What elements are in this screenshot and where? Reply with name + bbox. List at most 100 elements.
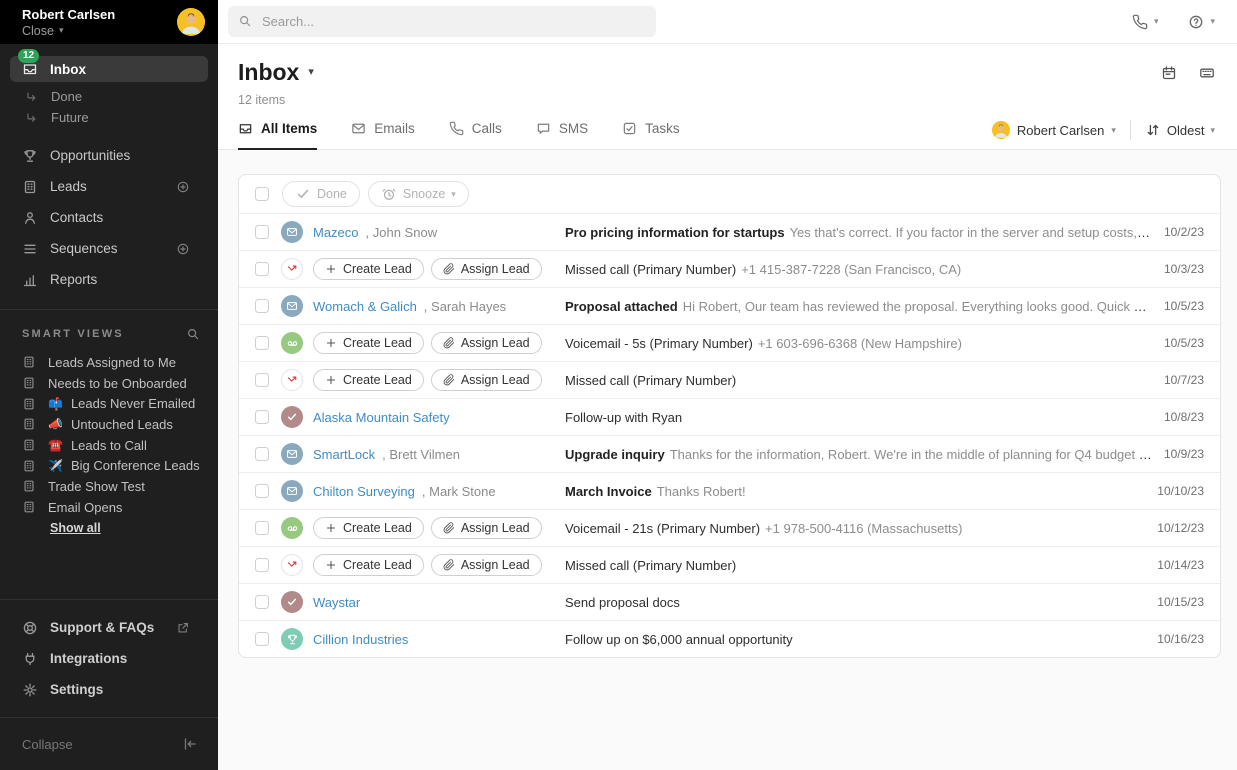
create-lead-button[interactable]: Create Lead [313, 517, 424, 539]
create-lead-label: Create Lead [343, 373, 412, 387]
smart-view-item[interactable]: ☎️ Leads to Call [0, 435, 218, 456]
row-summary: Missed call (Primary Number) [565, 558, 1145, 573]
assign-lead-button[interactable]: Assign Lead [430, 517, 542, 539]
inbox-row[interactable]: Create Lead Assign Lead Missed call (Prima… [239, 250, 1220, 287]
smart-view-item[interactable]: Needs to be Onboarded [0, 373, 218, 394]
lead-link[interactable]: Chilton Surveying [313, 484, 415, 499]
sidebar-item-done[interactable]: Done [0, 86, 218, 107]
plus-circle-icon[interactable] [176, 242, 190, 256]
row-checkbox[interactable] [255, 225, 269, 239]
smart-view-item[interactable]: Leads Assigned to Me [0, 352, 218, 373]
row-checkbox[interactable] [255, 558, 269, 572]
create-lead-button[interactable]: Create Lead [313, 554, 424, 576]
select-all-checkbox[interactable] [255, 187, 269, 201]
smart-view-item[interactable]: ✈️ Big Conference Leads [0, 455, 218, 476]
plus-circle-icon[interactable] [176, 180, 190, 194]
sidebar-item-inbox[interactable]: 12 Inbox [10, 49, 208, 82]
row-checkbox[interactable] [255, 373, 269, 387]
sidebar-item-label: Contacts [50, 210, 104, 225]
sidebar-item-settings[interactable]: Settings [0, 674, 218, 705]
tab-calls[interactable]: Calls [449, 121, 502, 150]
lead-link[interactable]: Womach & Galich [313, 299, 417, 314]
smart-view-item[interactable]: 📣 Untouched Leads [0, 414, 218, 435]
row-checkbox[interactable] [255, 262, 269, 276]
avatar[interactable] [177, 8, 205, 36]
inbox-row[interactable]: Alaska Mountain Safety Follow-up with Rya… [239, 398, 1220, 435]
tab-emails[interactable]: Emails [351, 121, 415, 150]
sidebar-item-leads[interactable]: Leads [0, 171, 218, 202]
inbox-row[interactable]: Womach & Galich , Sarah Hayes Proposal att… [239, 287, 1220, 324]
assign-lead-label: Assign Lead [460, 373, 530, 387]
keyboard-shortcuts-icon[interactable] [1199, 65, 1215, 81]
row-checkbox[interactable] [255, 336, 269, 350]
assign-lead-button[interactable]: Assign Lead [430, 258, 542, 280]
sidebar-item-future[interactable]: Future [0, 107, 218, 128]
inbox-row[interactable]: Waystar Send proposal docs 10/15/23 [239, 583, 1220, 620]
account-switcher[interactable]: Robert Carlsen Close ▾ [0, 0, 218, 44]
life-ring-icon [22, 620, 38, 636]
sidebar-item-support-faqs[interactable]: Support & FAQs [0, 612, 218, 643]
sidebar-item-contacts[interactable]: Contacts [0, 202, 218, 233]
inbox-row[interactable]: Create Lead Assign Lead Missed call (Prima… [239, 546, 1220, 583]
sidebar-item-sequences[interactable]: Sequences [0, 233, 218, 264]
inbox-row[interactable]: Mazeco , John Snow Pro pricing information… [239, 213, 1220, 250]
email-avatar [281, 443, 303, 465]
row-checkbox[interactable] [255, 632, 269, 646]
create-lead-label: Create Lead [343, 336, 412, 350]
tab-label: SMS [558, 121, 589, 136]
lead-link[interactable]: Cillion Industries [313, 632, 408, 647]
row-checkbox[interactable] [255, 595, 269, 609]
phone-menu-button[interactable]: ▾ [1132, 14, 1158, 30]
inbox-row[interactable]: SmartLock , Brett Vilmen Upgrade inquiry Th… [239, 435, 1220, 472]
inbox-row[interactable]: Create Lead Assign Lead Voicemail - 21s (P… [239, 509, 1220, 546]
lead-link[interactable]: Mazeco [313, 225, 359, 240]
collapse-button[interactable]: Collapse [0, 717, 218, 770]
check-icon [286, 596, 298, 608]
sort-dropdown[interactable]: Oldest ▾ [1145, 122, 1215, 138]
row-checkbox[interactable] [255, 521, 269, 535]
create-lead-button[interactable]: Create Lead [313, 332, 424, 354]
lead-link[interactable]: SmartLock [313, 447, 375, 462]
calendar-icon[interactable] [1161, 65, 1177, 81]
envelope-icon [286, 300, 298, 312]
sidebar-item-opportunities[interactable]: Opportunities [0, 140, 218, 171]
help-menu-button[interactable]: ▾ [1188, 14, 1215, 30]
inbox-title-dropdown[interactable]: Inbox ▾ [238, 59, 314, 86]
row-checkbox[interactable] [255, 299, 269, 313]
tab-tasks[interactable]: Tasks [622, 121, 680, 150]
show-all-link[interactable]: Show all [50, 521, 101, 535]
paperclip-icon [443, 559, 455, 571]
assign-lead-button[interactable]: Assign Lead [430, 554, 542, 576]
sidebar-item-label: Integrations [50, 651, 128, 666]
smart-view-item[interactable]: Email Opens [0, 497, 218, 518]
sidebar-item-reports[interactable]: Reports [0, 264, 218, 295]
tab-sms[interactable]: SMS [536, 121, 588, 150]
inbox-row[interactable]: Cillion Industries Follow up on $6,000 an… [239, 620, 1220, 657]
lead-link[interactable]: Alaska Mountain Safety [313, 410, 450, 425]
inbox-row[interactable]: Create Lead Assign Lead Missed call (Prima… [239, 361, 1220, 398]
create-lead-button[interactable]: Create Lead [313, 369, 424, 391]
search-input[interactable] [228, 6, 656, 37]
content-area: Done Snooze ▾ Mazeco , John Snow Pro prici… [218, 150, 1237, 770]
smart-view-item[interactable]: Trade Show Test [0, 476, 218, 497]
tab-all-items[interactable]: All Items [238, 121, 318, 150]
smart-view-item[interactable]: 📫 Leads Never Emailed [0, 393, 218, 414]
search-icon[interactable] [186, 327, 200, 341]
snooze-button[interactable]: Snooze ▾ [367, 181, 469, 207]
user-filter-dropdown[interactable]: Robert Carlsen ▾ [991, 121, 1116, 139]
missed-call-avatar [281, 554, 303, 576]
inbox-row[interactable]: Create Lead Assign Lead Voicemail - 5s (Pr… [239, 324, 1220, 361]
row-checkbox[interactable] [255, 447, 269, 461]
row-checkbox[interactable] [255, 410, 269, 424]
row-checkbox[interactable] [255, 484, 269, 498]
lead-link[interactable]: Waystar [313, 595, 360, 610]
items-count: 12 items [238, 93, 286, 107]
sidebar: Robert Carlsen Close ▾ 12 Inbox Done Futu… [0, 0, 218, 770]
sidebar-item-integrations[interactable]: Integrations [0, 643, 218, 674]
assign-lead-button[interactable]: Assign Lead [430, 369, 542, 391]
inbox-row[interactable]: Chilton Surveying , Mark Stone March Invoi… [239, 472, 1220, 509]
done-button[interactable]: Done [282, 181, 360, 207]
assign-lead-button[interactable]: Assign Lead [430, 332, 542, 354]
row-date: 10/8/23 [1163, 410, 1204, 424]
create-lead-button[interactable]: Create Lead [313, 258, 424, 280]
